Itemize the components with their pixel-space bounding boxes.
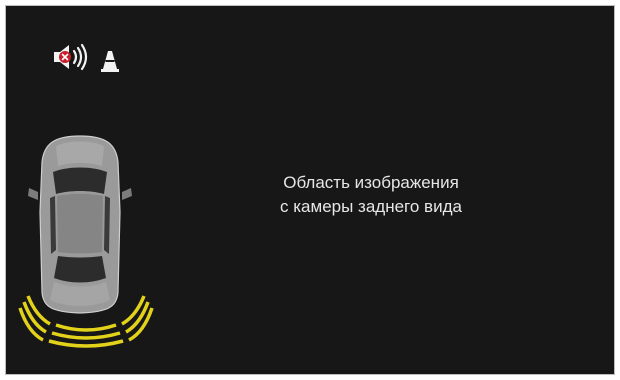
- camera-area-label-line1: Область изображения: [283, 173, 459, 192]
- rear-camera-view-placeholder: Область изображения с камеры заднего вид…: [221, 171, 521, 219]
- camera-area-label-line2: с камеры заднего вида: [280, 197, 462, 216]
- rear-sensor-zones: [18, 295, 154, 348]
- rear-camera-screen: Область изображения с камеры заднего вид…: [5, 5, 615, 375]
- sensor-sound-mute-button[interactable]: [50, 42, 96, 72]
- obstacle-warning-button[interactable]: [99, 49, 121, 73]
- traffic-cone-icon: [101, 51, 119, 72]
- parking-sensor-display: [16, 132, 156, 352]
- speaker-muted-icon: [54, 43, 88, 71]
